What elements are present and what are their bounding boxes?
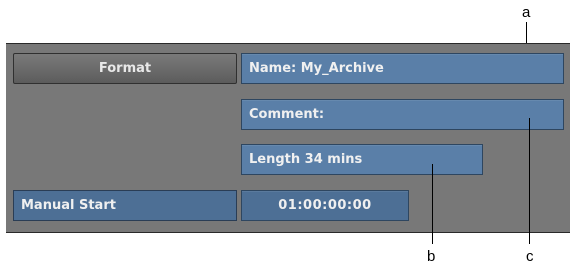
name-field[interactable]: Name: My_Archive <box>241 53 564 84</box>
length-field: Length 34 mins <box>241 144 483 175</box>
archive-settings-panel: Format Name: My_Archive Comment: Length … <box>6 43 570 233</box>
callout-label-b: b <box>427 248 436 265</box>
manual-start-button[interactable]: Manual Start <box>13 190 237 221</box>
callout-line-c <box>529 118 530 244</box>
start-timecode-field[interactable]: 01:00:00:00 <box>241 190 409 221</box>
callout-label-a: a <box>522 4 531 21</box>
callout-label-c: c <box>526 248 534 265</box>
format-button[interactable]: Format <box>13 53 237 84</box>
comment-field[interactable]: Comment: <box>241 99 564 130</box>
callout-line-b <box>432 164 433 244</box>
